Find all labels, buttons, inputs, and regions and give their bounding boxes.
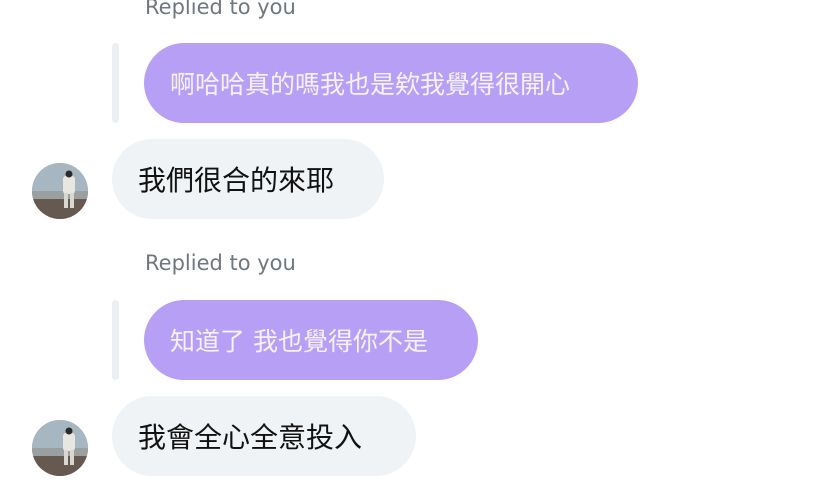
replied-to-you-label: Replied to you <box>145 0 296 19</box>
avatar-photo-icon <box>32 163 88 219</box>
replied-to-you-label: Replied to you <box>145 251 296 275</box>
message-bubble[interactable]: 我會全心全意投入 <box>112 396 416 476</box>
reply-indicator-bar <box>112 300 119 380</box>
reply-indicator-bar <box>112 43 119 123</box>
quoted-message-bubble[interactable]: 啊哈哈真的嗎我也是欸我覺得很開心 <box>144 43 638 123</box>
avatar-photo-icon <box>32 420 88 476</box>
sender-avatar[interactable] <box>32 420 88 476</box>
sender-avatar[interactable] <box>32 163 88 219</box>
message-bubble[interactable]: 我們很合的來耶 <box>112 139 384 219</box>
quoted-message-bubble[interactable]: 知道了 我也覺得你不是 <box>144 300 478 380</box>
